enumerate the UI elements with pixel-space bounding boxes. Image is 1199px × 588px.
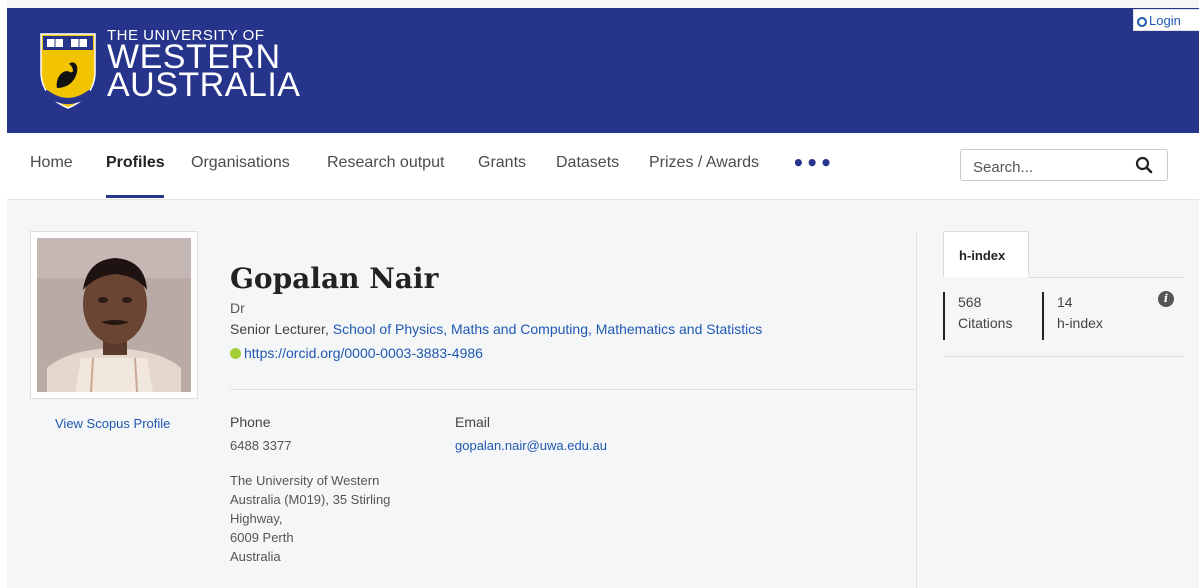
orcid-icon bbox=[230, 348, 241, 359]
active-nav-indicator bbox=[106, 195, 164, 198]
citations-label: Citations bbox=[958, 315, 1013, 331]
profile-name: Gopalan Nair bbox=[230, 262, 439, 295]
orcid-url: https://orcid.org/0000-0003-3883-4986 bbox=[244, 345, 483, 361]
login-label: Login bbox=[1149, 13, 1181, 28]
orcid-link[interactable]: https://orcid.org/0000-0003-3883-4986 bbox=[230, 345, 483, 361]
view-scopus-profile-link[interactable]: View Scopus Profile bbox=[55, 416, 170, 431]
profile-title: Dr bbox=[230, 300, 245, 316]
profile-divider bbox=[230, 389, 915, 390]
address-line: Australia (M019), 35 Stirling bbox=[230, 492, 391, 507]
more-menu-button[interactable]: ••• bbox=[792, 151, 833, 175]
email-label: Email bbox=[455, 414, 491, 430]
phone-value: 6488 3377 bbox=[230, 438, 292, 453]
sidebar-divider bbox=[916, 231, 917, 588]
search-box bbox=[960, 149, 1168, 181]
search-icon[interactable] bbox=[1135, 156, 1153, 174]
university-name-line3: AUSTRALIA bbox=[107, 66, 301, 104]
university-crest-logo[interactable] bbox=[37, 30, 99, 110]
metrics-divider bbox=[943, 356, 1184, 357]
search-input[interactable] bbox=[971, 156, 1125, 178]
login-button[interactable]: Login bbox=[1133, 9, 1199, 31]
address-line: Australia bbox=[230, 549, 281, 564]
h-index-metric: 14 h-index bbox=[1042, 292, 1103, 340]
profile-photo-frame bbox=[30, 231, 198, 399]
citations-metric: 568 Citations bbox=[943, 292, 1012, 340]
tab-h-index[interactable]: h-index bbox=[943, 231, 1029, 277]
citations-value: 568 bbox=[958, 294, 982, 310]
site-header: THE UNIVERSITY OF WESTERN AUSTRALIA bbox=[7, 8, 1199, 133]
nav-home[interactable]: Home bbox=[30, 154, 73, 172]
power-icon bbox=[1137, 17, 1147, 27]
nav-grants[interactable]: Grants bbox=[478, 154, 526, 172]
profile-position: Senior Lecturer, School of Physics, Math… bbox=[230, 321, 762, 337]
main-navigation: Home Profiles Organisations Research out… bbox=[7, 133, 1199, 200]
email-link[interactable]: gopalan.nair@uwa.edu.au bbox=[455, 436, 607, 455]
address-line: The University of Western bbox=[230, 473, 380, 488]
info-icon[interactable]: i bbox=[1158, 291, 1174, 307]
nav-prizes-awards[interactable]: Prizes / Awards bbox=[649, 154, 759, 172]
nav-profiles[interactable]: Profiles bbox=[106, 154, 165, 172]
position-label: Senior Lecturer, bbox=[230, 321, 333, 337]
h-index-label: h-index bbox=[1057, 315, 1103, 331]
nav-datasets[interactable]: Datasets bbox=[556, 154, 619, 172]
left-margin bbox=[0, 0, 7, 588]
organisation-link[interactable]: School of Physics, Maths and Computing, … bbox=[333, 321, 763, 337]
h-index-value: 14 bbox=[1057, 294, 1073, 310]
phone-label: Phone bbox=[230, 414, 271, 430]
address-line: Highway, bbox=[230, 511, 283, 526]
profile-photo bbox=[37, 238, 191, 392]
nav-research-output[interactable]: Research output bbox=[327, 154, 444, 172]
address-line: 6009 Perth bbox=[230, 530, 294, 545]
nav-organisations[interactable]: Organisations bbox=[191, 154, 290, 172]
university-name[interactable]: THE UNIVERSITY OF WESTERN AUSTRALIA bbox=[107, 28, 301, 104]
tab-baseline bbox=[1029, 277, 1184, 278]
